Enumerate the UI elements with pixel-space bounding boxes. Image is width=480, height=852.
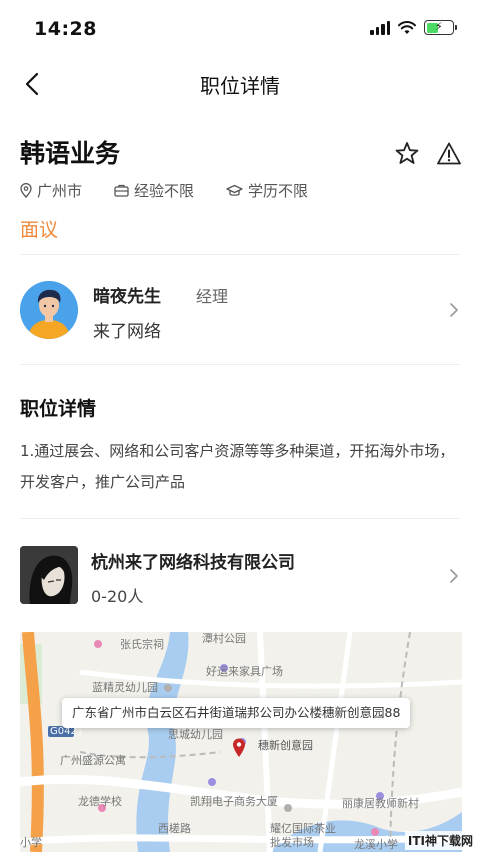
status-icons: ⚡ <box>370 20 457 35</box>
job-tags: 广州市 经验不限 学历不限 <box>20 180 308 201</box>
company-name: 杭州来了网络科技有限公司 <box>91 553 295 573</box>
tag-location-label: 广州市 <box>37 182 83 200</box>
tag-experience: 经验不限 <box>114 180 194 201</box>
tag-location: 广州市 <box>20 180 82 201</box>
favorite-star-icon[interactable] <box>393 140 421 168</box>
map-label: 小学 <box>20 836 42 849</box>
map-label: 凯翔电子商务大厦 <box>190 795 278 808</box>
map-address-callout: 广东省广州市白云区石井街道瑞邦公司办公楼穗新创意园88 <box>62 698 411 728</box>
page-title: 职位详情 <box>200 74 280 98</box>
recruiter-name: 暗夜先生 <box>93 287 161 307</box>
status-bar: 14:28 ⚡ <box>0 0 480 58</box>
divider <box>20 518 460 519</box>
chevron-right-icon <box>450 569 458 583</box>
map-label: 张氏宗祠 <box>120 638 164 651</box>
salary: 面议 <box>20 219 59 241</box>
map-label: 蓝精灵幼儿园 <box>92 681 158 694</box>
section-title-details: 职位详情 <box>20 398 97 420</box>
divider <box>20 364 460 365</box>
map-label: 思城幼儿园 <box>168 728 223 741</box>
map-label: 龙溪小学 <box>354 838 398 851</box>
map-label: 广州盛源公寓 <box>60 754 126 767</box>
map-label: 丽康居教师新村 <box>342 797 419 810</box>
nav-bar: 职位详情 <box>0 58 480 110</box>
map-label: 耀亿国际茶业批发市场 <box>270 822 336 849</box>
location-map[interactable]: 张氏宗祠 潭村公园 好运来家具广场 蓝精灵幼儿园 G0421 思城幼儿园 穗新创… <box>20 632 462 852</box>
divider <box>20 254 460 255</box>
company-logo <box>20 546 78 604</box>
map-pin-icon <box>233 738 245 757</box>
map-label: 西槎路 <box>158 822 191 835</box>
cellular-signal-icon <box>370 20 390 35</box>
map-label: 穗新创意园 <box>258 739 313 752</box>
company-size: 0-20人 <box>91 587 144 606</box>
graduation-cap-icon <box>226 184 243 196</box>
avatar <box>20 281 78 339</box>
recruiter-company: 来了网络 <box>93 322 161 342</box>
job-description: 1.通过展会、网络和公司客户资源等等多种渠道，开拓海外市场，开发客户，推广公司产… <box>20 442 455 491</box>
tag-education-label: 学历不限 <box>248 182 309 200</box>
wifi-icon <box>398 20 416 34</box>
battery-icon: ⚡ <box>424 20 457 35</box>
watermark: ITI神下载网 <box>404 831 476 850</box>
report-warning-icon[interactable] <box>435 140 463 168</box>
chevron-right-icon <box>450 303 458 317</box>
briefcase-icon <box>114 184 129 197</box>
map-label: 好运来家具广场 <box>206 665 283 678</box>
job-title: 韩语业务 <box>20 139 121 168</box>
map-label: 潭村公园 <box>202 632 246 645</box>
recruiter-card[interactable]: 暗夜先生 经理 来了网络 <box>0 262 480 362</box>
map-label: 龙德学校 <box>78 795 122 808</box>
tag-education: 学历不限 <box>226 180 308 201</box>
tag-experience-label: 经验不限 <box>134 182 195 200</box>
company-card[interactable]: 杭州来了网络科技有限公司 0-20人 <box>0 540 480 616</box>
status-time: 14:28 <box>34 18 97 40</box>
location-pin-icon <box>20 183 32 198</box>
recruiter-role: 经理 <box>196 287 229 306</box>
